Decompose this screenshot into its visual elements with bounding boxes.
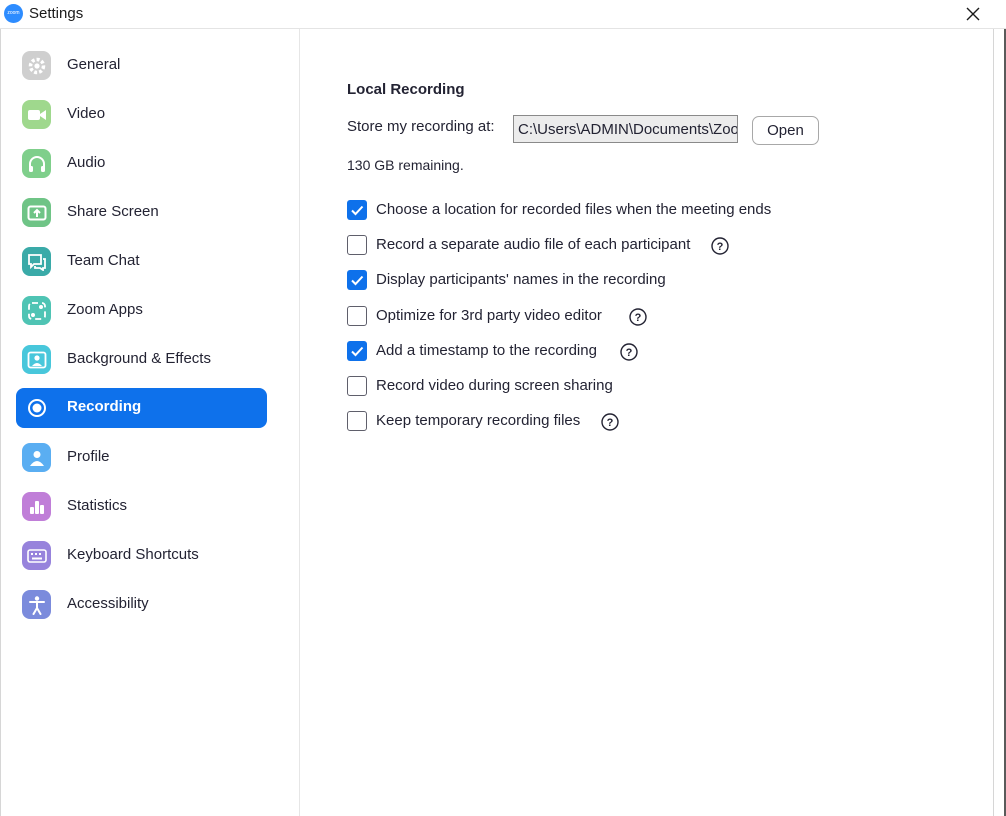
- chat-bubble-icon: [22, 247, 51, 276]
- help-question-icon[interactable]: ?: [601, 413, 619, 431]
- accessibility-icon: [22, 590, 51, 619]
- svg-text:?: ?: [717, 241, 724, 253]
- gear-icon: [22, 51, 51, 80]
- sidebar-item-general[interactable]: General: [16, 46, 267, 86]
- record-icon: [22, 393, 51, 422]
- checkbox-unchecked[interactable]: [347, 306, 367, 326]
- person-icon: [22, 443, 51, 472]
- sidebar-item-label: Statistics: [67, 497, 128, 514]
- sidebar-item-label: Keyboard Shortcuts: [67, 546, 199, 563]
- checkbox-unchecked[interactable]: [347, 411, 367, 431]
- sidebar-item-label: Team Chat: [67, 252, 140, 269]
- sidebar-item-recording[interactable]: Recording: [16, 388, 267, 428]
- sidebar-item-audio[interactable]: Audio: [16, 144, 267, 184]
- sidebar-item-label: Profile: [67, 448, 110, 465]
- apps-icon: [22, 296, 51, 325]
- option-separate-audio[interactable]: Record a separate audio file of each par…: [347, 234, 737, 256]
- section-title: Local Recording: [347, 81, 465, 98]
- help-question-icon[interactable]: ?: [711, 237, 729, 255]
- headphones-icon: [22, 149, 51, 178]
- option-display-names[interactable]: Display participants' names in the recor…: [347, 269, 707, 291]
- option-label: Keep temporary recording files: [376, 412, 581, 429]
- store-location-label: Store my recording at:: [347, 118, 495, 135]
- option-record-screen-sharing[interactable]: Record video during screen sharing: [347, 375, 647, 397]
- option-label: Record a separate audio file of each par…: [376, 236, 691, 253]
- option-label: Choose a location for recorded files whe…: [376, 201, 772, 218]
- help-question-icon[interactable]: ?: [620, 343, 638, 361]
- help-question-icon[interactable]: ?: [629, 308, 647, 326]
- checkbox-unchecked[interactable]: [347, 235, 367, 255]
- sidebar-item-statistics[interactable]: Statistics: [16, 487, 267, 527]
- option-label: Display participants' names in the recor…: [376, 271, 666, 288]
- sidebar-item-profile[interactable]: Profile: [16, 438, 267, 478]
- checkbox-checked[interactable]: [347, 341, 367, 361]
- option-choose-location[interactable]: Choose a location for recorded files whe…: [347, 199, 807, 221]
- option-optimize-video-editor[interactable]: Optimize for 3rd party video editor ?: [347, 305, 667, 327]
- sidebar-item-share-screen[interactable]: Share Screen: [16, 193, 267, 233]
- option-label: Add a timestamp to the recording: [376, 342, 597, 359]
- background-portrait-icon: [22, 345, 51, 374]
- sidebar-item-keyboard-shortcuts[interactable]: Keyboard Shortcuts: [16, 536, 267, 576]
- sidebar-item-label: Audio: [67, 154, 106, 171]
- video-camera-icon: [22, 100, 51, 129]
- bar-chart-icon: [22, 492, 51, 521]
- sidebar-item-label: General: [67, 56, 121, 73]
- sidebar-item-label: Accessibility: [67, 595, 149, 612]
- checkbox-checked[interactable]: [347, 270, 367, 290]
- checkbox-unchecked[interactable]: [347, 376, 367, 396]
- sidebar-item-team-chat[interactable]: Team Chat: [16, 242, 267, 282]
- option-keep-temp-files[interactable]: Keep temporary recording files ?: [347, 410, 637, 432]
- sidebar-item-background-effects[interactable]: Background & Effects: [16, 340, 267, 380]
- svg-text:?: ?: [607, 417, 614, 429]
- sidebar-item-label: Recording: [67, 398, 142, 415]
- sidebar-item-label: Zoom Apps: [67, 301, 143, 318]
- share-screen-icon: [22, 198, 51, 227]
- svg-text:?: ?: [635, 312, 642, 324]
- option-label: Optimize for 3rd party video editor: [376, 307, 602, 324]
- sidebar-item-video[interactable]: Video: [16, 95, 267, 135]
- window-title: Settings: [29, 5, 84, 22]
- recording-path-field[interactable]: [513, 115, 738, 143]
- close-button[interactable]: [958, 1, 988, 27]
- svg-text:?: ?: [626, 347, 633, 359]
- storage-remaining-text: 130 GB remaining.: [347, 157, 464, 173]
- open-folder-button[interactable]: Open: [752, 116, 819, 145]
- zoom-logo-icon: zoom: [4, 4, 23, 23]
- checkbox-checked[interactable]: [347, 200, 367, 220]
- sidebar-item-label: Video: [67, 105, 106, 122]
- title-bar: zoom Settings: [0, 0, 1006, 28]
- keyboard-icon: [22, 541, 51, 570]
- option-label: Record video during screen sharing: [376, 377, 613, 394]
- option-add-timestamp[interactable]: Add a timestamp to the recording ?: [347, 340, 657, 362]
- recording-settings-panel: Local Recording Store my recording at: O…: [301, 29, 993, 816]
- sidebar-item-label: Background & Effects: [67, 350, 211, 367]
- sidebar-item-zoom-apps[interactable]: Zoom Apps: [16, 291, 267, 331]
- settings-sidebar: General Video Audio Share Screen Team Ch…: [1, 29, 300, 816]
- close-icon: [966, 7, 980, 21]
- sidebar-item-accessibility[interactable]: Accessibility: [16, 585, 267, 625]
- sidebar-item-label: Share Screen: [67, 203, 159, 220]
